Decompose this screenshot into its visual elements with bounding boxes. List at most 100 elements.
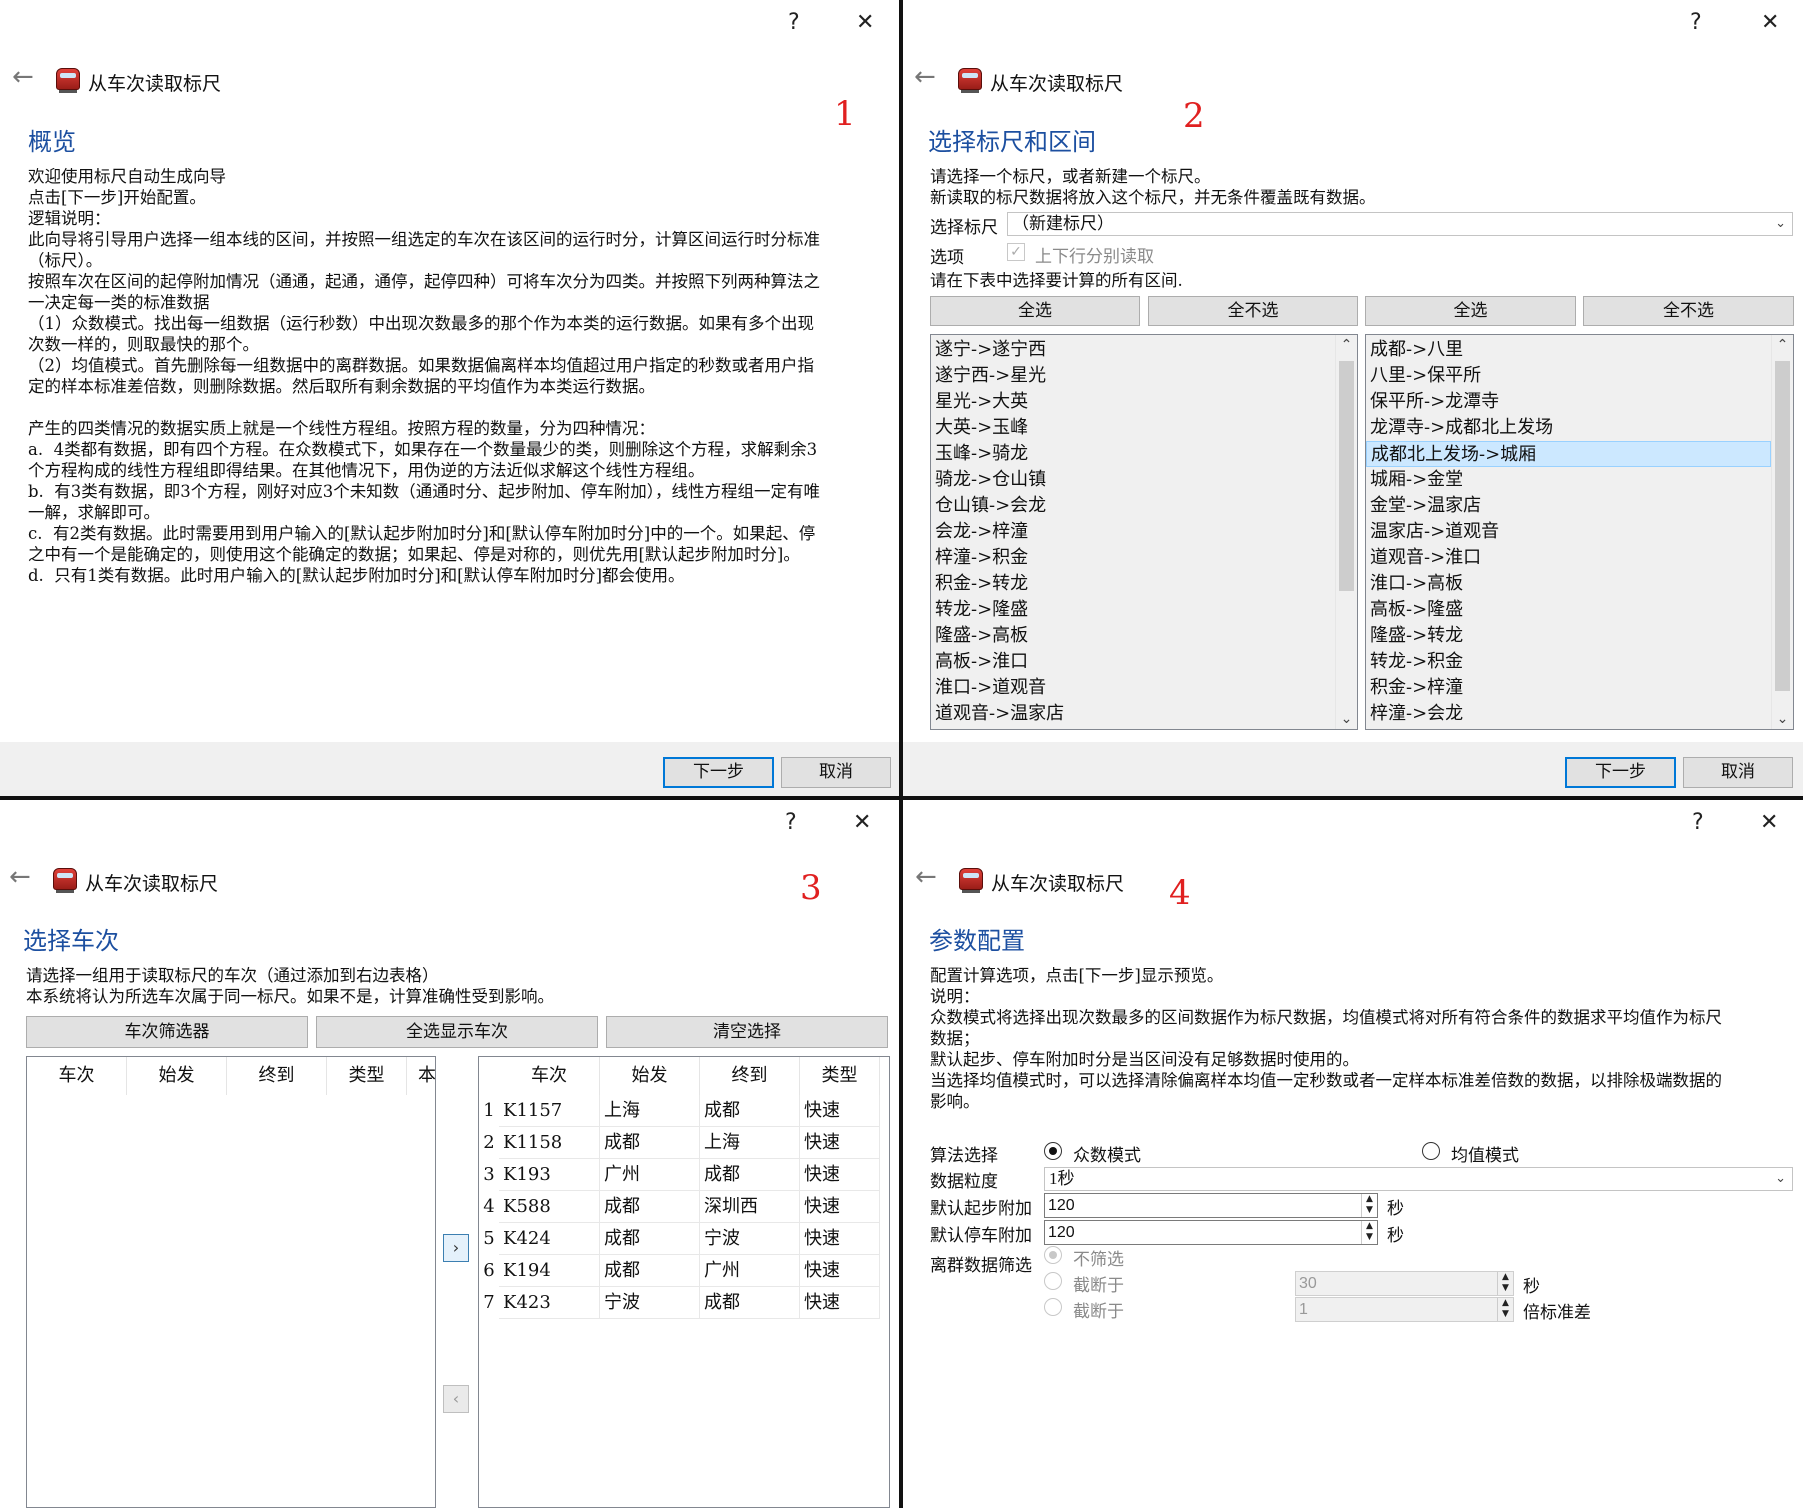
table-row[interactable]: 3 K193 广州 成都 快速 — [479, 1159, 889, 1191]
interval-list-item[interactable]: 玉峰->骑龙 — [931, 441, 1335, 467]
help-icon[interactable]: ? — [785, 810, 797, 835]
col-train[interactable]: 车次 — [27, 1057, 127, 1095]
interval-list-item[interactable]: 道观音->淮口 — [1366, 545, 1771, 571]
cell-train[interactable]: K424 — [499, 1223, 600, 1255]
stop-addon-spinbox[interactable]: 120 ▲ ▼ — [1044, 1220, 1378, 1245]
left-interval-list[interactable]: 遂宁->遂宁西 遂宁西->星光 星光->大英 大英->玉峰 玉峰->骑龙 骑龙->仓山镇仓… — [930, 334, 1358, 730]
cell-from[interactable]: 广州 — [600, 1159, 700, 1191]
cancel-button[interactable]: 取消 — [781, 757, 891, 788]
close-icon[interactable]: ✕ — [1760, 810, 1778, 835]
interval-list-item[interactable]: 道观音->温家店 — [931, 701, 1335, 727]
help-icon[interactable]: ? — [1690, 10, 1702, 35]
table-row[interactable]: 1 K1157 上海 成都 快速 — [479, 1095, 889, 1127]
table-row[interactable]: 5 K424 成都 宁波 快速 — [479, 1223, 889, 1255]
interval-list-item[interactable]: 城厢->金堂 — [1366, 467, 1771, 493]
cell-to[interactable]: 深圳西 — [700, 1191, 800, 1223]
interval-list-item[interactable]: 八里->保平所 — [1366, 363, 1771, 389]
select-shown-trains-button[interactable]: 全选显示车次 — [316, 1016, 598, 1048]
right-list-scrollbar[interactable]: ⌃ ⌄ — [1771, 335, 1793, 729]
cell-type[interactable]: 快速 — [800, 1159, 880, 1191]
scroll-thumb[interactable] — [1775, 361, 1790, 691]
cell-type[interactable]: 快速 — [800, 1191, 880, 1223]
cell-from[interactable]: 成都 — [600, 1191, 700, 1223]
scroll-up-icon[interactable]: ⌃ — [1336, 335, 1357, 355]
scroll-up-icon[interactable]: ⌃ — [1772, 335, 1793, 355]
no-filter-radio[interactable] — [1044, 1246, 1062, 1264]
cell-type[interactable]: 快速 — [800, 1223, 880, 1255]
cut-stddev-spinbox[interactable]: 1 ▲ ▼ — [1295, 1297, 1514, 1322]
mode-radio[interactable] — [1044, 1142, 1062, 1160]
col-type[interactable]: 类型 — [327, 1057, 407, 1095]
col-from[interactable]: 始发 — [600, 1057, 700, 1095]
interval-list-item[interactable]: 高板->隆盛 — [1366, 597, 1771, 623]
clear-selection-button[interactable]: 清空选择 — [606, 1016, 888, 1048]
col-from[interactable]: 始发 — [127, 1057, 227, 1095]
cell-from[interactable]: 成都 — [600, 1127, 700, 1159]
cell-train[interactable]: K193 — [499, 1159, 600, 1191]
table-row[interactable]: 7 K423 宁波 成都 快速 — [479, 1287, 889, 1319]
cell-train[interactable]: K1158 — [499, 1127, 600, 1159]
back-arrow-icon[interactable]: ← — [914, 62, 936, 92]
cell-type[interactable]: 快速 — [800, 1127, 880, 1159]
cell-to[interactable]: 广州 — [700, 1255, 800, 1287]
train-filter-button[interactable]: 车次筛选器 — [26, 1016, 308, 1048]
help-icon[interactable]: ? — [788, 10, 800, 35]
interval-list-item[interactable]: 淮口->高板 — [1366, 571, 1771, 597]
col-to[interactable]: 终到 — [700, 1057, 800, 1095]
interval-list-item[interactable]: 温家店->道观音 — [1366, 519, 1771, 545]
left-list-scrollbar[interactable]: ⌃ ⌄ — [1335, 335, 1357, 729]
cell-from[interactable]: 上海 — [600, 1095, 700, 1127]
right-select-all-button[interactable]: 全选 — [1365, 296, 1576, 326]
scroll-down-icon[interactable]: ⌄ — [1772, 709, 1793, 729]
cell-type[interactable]: 快速 — [800, 1095, 880, 1127]
scroll-thumb[interactable] — [1339, 361, 1354, 591]
cell-to[interactable]: 成都 — [700, 1159, 800, 1191]
spin-arrows-icon[interactable]: ▲ ▼ — [1497, 1272, 1513, 1295]
close-icon[interactable]: ✕ — [856, 10, 874, 35]
help-icon[interactable]: ? — [1692, 810, 1704, 835]
back-arrow-icon[interactable]: ← — [12, 62, 34, 92]
col-to[interactable]: 终到 — [227, 1057, 327, 1095]
granularity-select[interactable]: 1秒 ⌄ — [1044, 1167, 1793, 1191]
right-select-none-button[interactable]: 全不选 — [1583, 296, 1794, 326]
cell-to[interactable]: 上海 — [700, 1127, 800, 1159]
cut-stddev-radio[interactable] — [1044, 1298, 1062, 1316]
close-icon[interactable]: ✕ — [1761, 10, 1779, 35]
table-row[interactable]: 4 K588 成都 深圳西 快速 — [479, 1191, 889, 1223]
left-select-all-button[interactable]: 全选 — [930, 296, 1140, 326]
updown-checkbox[interactable]: ✓ — [1007, 243, 1025, 261]
interval-list-item[interactable]: 积金->转龙 — [931, 571, 1335, 597]
cell-to[interactable]: 成都 — [700, 1095, 800, 1127]
table-row[interactable]: 6 K194 成都 广州 快速 — [479, 1255, 889, 1287]
ruler-select[interactable]: （新建标尺） ⌄ — [1007, 212, 1793, 236]
cell-train[interactable]: K1157 — [499, 1095, 600, 1127]
interval-list-item[interactable]: 骑龙->仓山镇 — [931, 467, 1335, 493]
close-icon[interactable]: ✕ — [853, 810, 871, 835]
interval-list-item[interactable]: 遂宁西->星光 — [931, 363, 1335, 389]
interval-list-item[interactable]: 龙潭寺->成都北上发场 — [1366, 415, 1771, 441]
cell-from[interactable]: 成都 — [600, 1255, 700, 1287]
interval-list-item[interactable]: 成都->八里 — [1366, 337, 1771, 363]
cut-seconds-spinbox[interactable]: 30 ▲ ▼ — [1295, 1271, 1514, 1296]
interval-list-item[interactable]: 积金->梓潼 — [1366, 675, 1771, 701]
spin-arrows-icon[interactable]: ▲ ▼ — [1497, 1298, 1513, 1321]
selected-trains-table[interactable]: 车次 始发 终到 类型 1 K1157 上海 成都 快速 2 K1158 成都 上海 快速 3 K19… — [478, 1056, 890, 1508]
table-row[interactable]: 2 K1158 成都 上海 快速 — [479, 1127, 889, 1159]
interval-list-item[interactable]: 隆盛->转龙 — [1366, 623, 1771, 649]
spin-arrows-icon[interactable]: ▲ ▼ — [1361, 1194, 1377, 1217]
add-train-button[interactable]: › — [443, 1234, 469, 1262]
back-arrow-icon[interactable]: ← — [9, 862, 31, 892]
interval-list-item[interactable]: 金堂->温家店 — [1366, 493, 1771, 519]
interval-list-item[interactable]: 梓潼->会龙 — [1366, 701, 1771, 727]
cell-type[interactable]: 快速 — [800, 1287, 880, 1319]
interval-list-item[interactable]: 成都北上发场->城厢 — [1366, 441, 1771, 467]
interval-list-item[interactable]: 梓潼->积金 — [931, 545, 1335, 571]
interval-list-item[interactable]: 仓山镇->会龙 — [931, 493, 1335, 519]
interval-list-item[interactable]: 高板->淮口 — [931, 649, 1335, 675]
cell-type[interactable]: 快速 — [800, 1255, 880, 1287]
start-addon-spinbox[interactable]: 120 ▲ ▼ — [1044, 1193, 1378, 1218]
left-select-none-button[interactable]: 全不选 — [1148, 296, 1358, 326]
cell-train[interactable]: K588 — [499, 1191, 600, 1223]
next-button[interactable]: 下一步 — [663, 757, 774, 788]
cell-train[interactable]: K194 — [499, 1255, 600, 1287]
